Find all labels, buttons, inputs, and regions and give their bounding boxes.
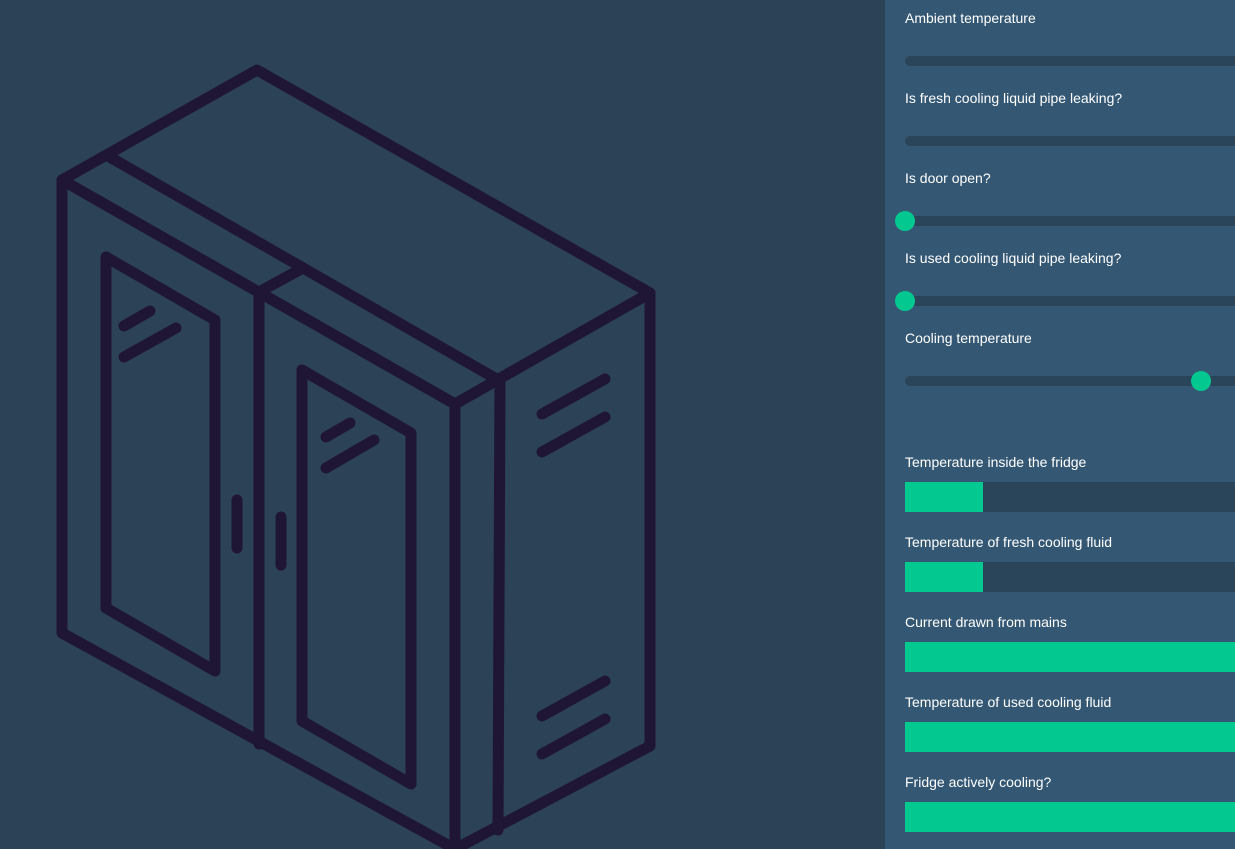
used-pipe-leaking-slider[interactable] [895,291,1235,311]
control-panel: Ambient temperature Is fresh cooling liq… [885,0,1235,849]
ambient-temperature-label: Ambient temperature [905,10,1036,26]
cooling-temperature-label: Cooling temperature [905,330,1032,346]
used-pipe-leaking-label: Is used cooling liquid pipe leaking? [905,250,1122,266]
fresh-pipe-leaking-label: Is fresh cooling liquid pipe leaking? [905,90,1123,106]
temp-inside-fridge-bar [905,482,1235,512]
current-mains-bar-fill [905,642,1235,672]
actively-cooling-bar-fill [905,802,1235,832]
temp-used-fluid-label: Temperature of used cooling fluid [905,694,1112,710]
cooling-temperature-slider[interactable] [905,371,1235,391]
fridge-illustration [0,0,885,849]
used-pipe-leaking-slider-thumb[interactable] [895,291,915,311]
actively-cooling-bar [905,802,1235,832]
temp-fresh-fluid-bar-fill [905,562,984,592]
double-door-fridge-icon [56,64,656,849]
door-open-slider-thumb[interactable] [895,211,915,231]
temp-inside-fridge-bar-fill [905,482,984,512]
temp-inside-fridge-label: Temperature inside the fridge [905,454,1087,470]
door-open-slider[interactable] [895,211,1235,231]
fresh-pipe-leaking-slider[interactable] [905,136,1235,146]
temp-fresh-fluid-label: Temperature of fresh cooling fluid [905,534,1112,550]
door-open-label: Is door open? [905,170,991,186]
cooling-temperature-slider-thumb[interactable] [1190,371,1211,391]
temp-used-fluid-bar [905,722,1235,752]
temp-fresh-fluid-bar [905,562,1235,592]
actively-cooling-label: Fridge actively cooling? [905,774,1052,790]
current-mains-label: Current drawn from mains [905,614,1067,630]
ambient-temperature-slider[interactable] [905,56,1235,66]
temp-used-fluid-bar-fill [905,722,1235,752]
current-mains-bar [905,642,1235,672]
